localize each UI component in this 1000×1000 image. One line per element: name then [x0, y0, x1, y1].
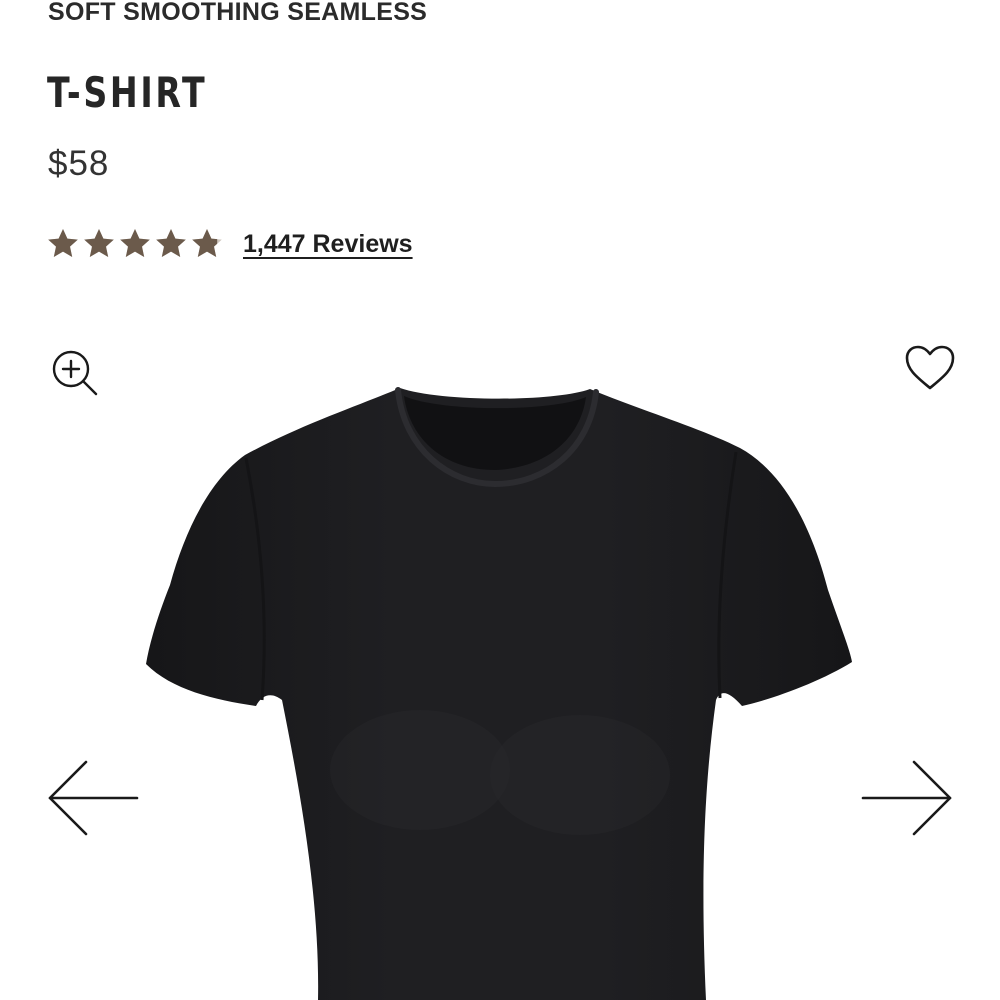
product-price: $58: [48, 144, 110, 183]
star-icon: [156, 229, 186, 257]
tshirt-body: [146, 388, 852, 1000]
star-rating: [46, 227, 224, 261]
product-image: [146, 387, 852, 1000]
star-icon: [84, 229, 114, 257]
product-collection-name: SOFT SMOOTHING SEAMLESS: [48, 0, 428, 26]
zoom-in-icon[interactable]: [50, 348, 100, 398]
star-icon: [48, 229, 78, 257]
star-icon: [192, 229, 222, 257]
heart-outline-icon[interactable]: [904, 344, 956, 392]
star-icon: [120, 229, 150, 257]
reviews-link[interactable]: 1,447 Reviews: [243, 230, 413, 259]
product-title: T-SHIRT: [47, 68, 208, 117]
arrow-right-icon[interactable]: [860, 760, 954, 836]
rating-row: 1,447 Reviews: [46, 224, 413, 264]
arrow-left-icon[interactable]: [46, 760, 140, 836]
